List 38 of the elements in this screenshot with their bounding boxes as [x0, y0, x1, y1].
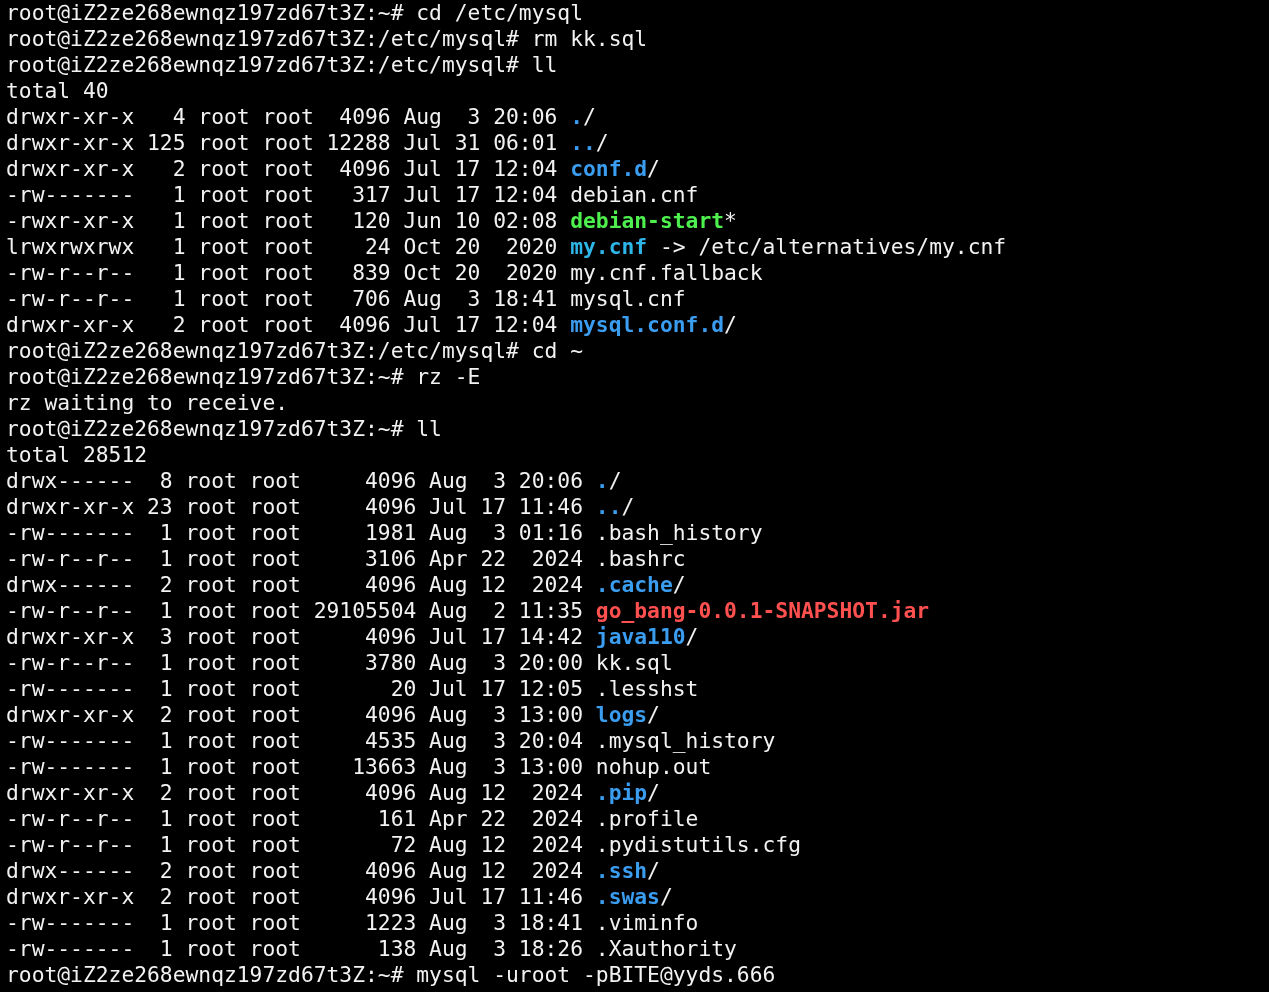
terminal-line: -rw------- 1 root root 13663 Aug 3 13:00 nohup.out: [6, 754, 712, 780]
terminal-line: -rw------- 1 root root 4535 Aug 3 20:04 .mysql_history: [6, 728, 776, 754]
terminal-line: drwx------ 8 root root 4096 Aug 3 20:06 ./: [6, 468, 622, 494]
terminal-line: -rw-r--r-- 1 root root 29105504 Aug 2 11:35 go_bang-0.0.1-SNAPSHOT.jar: [6, 598, 930, 624]
terminal-line: -rw-r--r-- 1 root root 839 Oct 20 2020 my.cnf.fallback: [6, 260, 763, 286]
terminal-line: -rw-r--r-- 1 root root 3780 Aug 3 20:00 kk.sql: [6, 650, 673, 676]
terminal-line: drwxr-xr-x 2 root root 4096 Aug 12 2024 .pip/: [6, 780, 660, 806]
terminal-line: -rwxr-xr-x 1 root root 120 Jun 10 02:08 debian-start*: [6, 208, 737, 234]
terminal-line: root@iZ2ze268ewnqz197zd67t3Z:~# mysql -uroot -pBITE@yyds.666: [6, 962, 776, 988]
terminal-line: rz waiting to receive.: [6, 390, 289, 416]
terminal-line: -rw-r--r-- 1 root root 161 Apr 22 2024 .profile: [6, 806, 699, 832]
terminal-line: drwxr-xr-x 23 root root 4096 Jul 17 11:46 ../: [6, 494, 635, 520]
terminal-line: drwx------ 2 root root 4096 Aug 12 2024 .ssh/: [6, 858, 660, 884]
terminal-line: root@iZ2ze268ewnqz197zd67t3Z:/etc/mysql# ll: [6, 52, 558, 78]
terminal-line: drwxr-xr-x 3 root root 4096 Jul 17 14:42 java110/: [6, 624, 699, 650]
terminal-line: root@iZ2ze268ewnqz197zd67t3Z:~# rz -E: [6, 364, 481, 390]
terminal-line: lrwxrwxrwx 1 root root 24 Oct 20 2020 my.cnf -> /etc/alternatives/my.cnf: [6, 234, 1007, 260]
terminal-line: total 28512: [6, 442, 148, 468]
terminal-line: total 40: [6, 78, 109, 104]
terminal-line: drwx------ 2 root root 4096 Aug 12 2024 .cache/: [6, 572, 686, 598]
terminal-line: root@iZ2ze268ewnqz197zd67t3Z:~# cd /etc/mysql: [6, 0, 583, 26]
terminal-line: root@iZ2ze268ewnqz197zd67t3Z:~# ll: [6, 416, 442, 442]
terminal-line: -rw------- 1 root root 1223 Aug 3 18:41 .viminfo: [6, 910, 699, 936]
terminal-line: -rw------- 1 root root 20 Jul 17 12:05 .lesshst: [6, 676, 699, 702]
terminal-line: -rw-r--r-- 1 root root 706 Aug 3 18:41 mysql.cnf: [6, 286, 686, 312]
terminal-line: drwxr-xr-x 125 root root 12288 Jul 31 06:01 ../: [6, 130, 609, 156]
terminal-line: -rw------- 1 root root 317 Jul 17 12:04 debian.cnf: [6, 182, 699, 208]
terminal-line: -rw------- 1 root root 138 Aug 3 18:26 .Xauthority: [6, 936, 737, 962]
terminal-line: -rw------- 1 root root 1981 Aug 3 01:16 .bash_history: [6, 520, 763, 546]
terminal-line: -rw-r--r-- 1 root root 72 Aug 12 2024 .pydistutils.cfg: [6, 832, 801, 858]
terminal-line: drwxr-xr-x 2 root root 4096 Jul 17 12:04 conf.d/: [6, 156, 660, 182]
terminal-line: drwxr-xr-x 4 root root 4096 Aug 3 20:06 ./: [6, 104, 596, 130]
terminal-line: root@iZ2ze268ewnqz197zd67t3Z:/etc/mysql# rm kk.sql: [6, 26, 648, 52]
terminal-line: drwxr-xr-x 2 root root 4096 Aug 3 13:00 logs/: [6, 702, 660, 728]
terminal-line: drwxr-xr-x 2 root root 4096 Jul 17 11:46 .swas/: [6, 884, 673, 910]
terminal-line: -rw-r--r-- 1 root root 3106 Apr 22 2024 .bashrc: [6, 546, 686, 572]
terminal-line: drwxr-xr-x 2 root root 4096 Jul 17 12:04 mysql.conf.d/: [6, 312, 737, 338]
terminal-line: root@iZ2ze268ewnqz197zd67t3Z:/etc/mysql# cd ~: [6, 338, 583, 364]
